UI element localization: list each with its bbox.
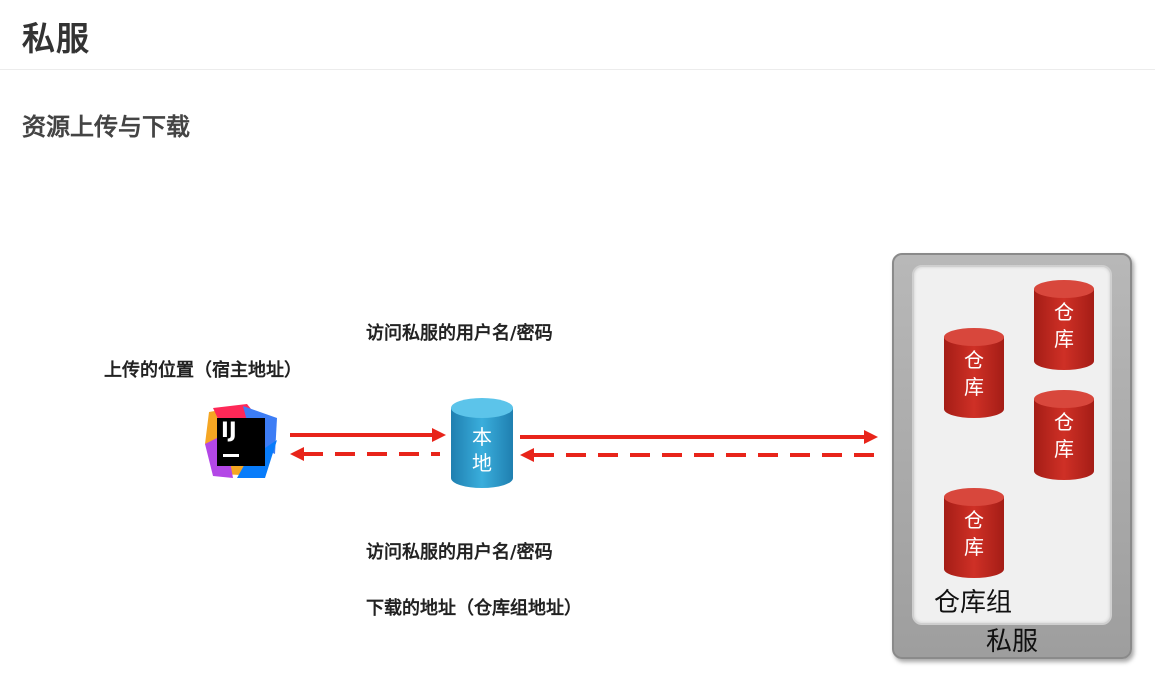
- repository-group-label: 仓库组: [934, 588, 1013, 618]
- repository-label-line1: 仓: [1054, 300, 1074, 324]
- repository-label-line2: 库: [964, 375, 984, 399]
- private-server-label: 私服: [985, 627, 1038, 657]
- repository: 仓 库: [942, 487, 1006, 579]
- download-arrow-local-to-ide: [290, 447, 440, 461]
- repository-label-line2: 库: [1054, 327, 1074, 351]
- repository-label-line1: 仓: [964, 348, 984, 372]
- upload-arrow-ide-to-local: [290, 428, 446, 442]
- download-arrow-server-to-local: [520, 448, 878, 462]
- repository-label-line1: 仓: [1054, 410, 1074, 434]
- upload-arrow-local-to-server: [520, 430, 878, 444]
- repository-group: 仓 库 仓 库 仓 库 仓 库 仓库组: [912, 265, 1112, 625]
- repository: 仓 库: [942, 327, 1006, 419]
- page: 私服 资源上传与下载 访问私服的用户名/密码 上传的位置（宿主地址） 访问私服的…: [0, 0, 1155, 681]
- repository-label-line2: 库: [964, 535, 984, 559]
- repository-label-line1: 仓: [964, 508, 984, 532]
- repository-label-line2: 库: [1054, 437, 1074, 461]
- private-server: 仓 库 仓 库 仓 库 仓 库 仓库组 私服: [892, 253, 1132, 659]
- repository: 仓 库: [1032, 279, 1096, 371]
- repository: 仓 库: [1032, 389, 1096, 481]
